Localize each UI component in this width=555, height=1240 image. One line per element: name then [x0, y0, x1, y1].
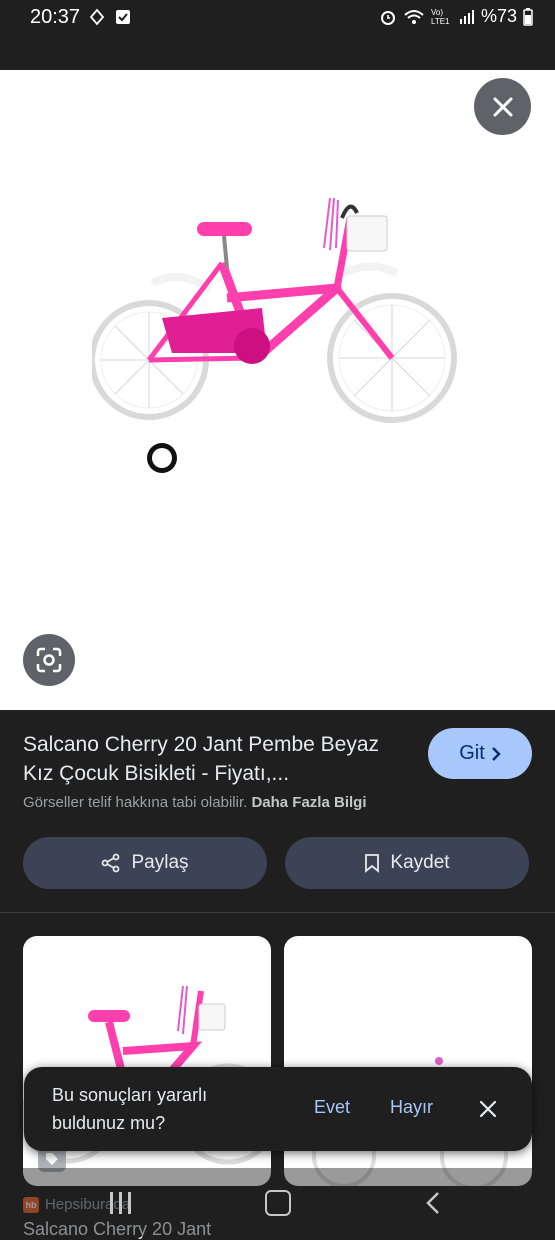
- copyright-notice: Görseller telif hakkına tabi olabilir. D…: [23, 794, 366, 811]
- home-button[interactable]: [265, 1190, 291, 1216]
- feedback-no-button[interactable]: Hayır: [390, 1097, 433, 1118]
- visit-button[interactable]: Git: [428, 728, 532, 779]
- bicycle-image: [92, 197, 457, 473]
- google-lens-button[interactable]: [23, 634, 75, 686]
- google-lens-icon: [36, 647, 62, 673]
- battery-percent: %73: [480, 6, 517, 26]
- feedback-yes-button[interactable]: Evet: [314, 1097, 350, 1118]
- status-bar: 20:37 Vo) LTE1 %73: [0, 0, 555, 40]
- signal-icon: [459, 9, 474, 24]
- recent-apps-button[interactable]: [110, 1192, 131, 1214]
- divider: [0, 912, 555, 913]
- close-button[interactable]: [474, 78, 531, 135]
- close-icon[interactable]: [476, 1097, 500, 1121]
- alarm-icon: [380, 10, 395, 25]
- feedback-question: Bu sonuçları yararlı buldunuz mu?: [52, 1085, 208, 1133]
- battery-icon: [523, 7, 533, 26]
- copyright-text: Görseller telif hakkına tabi olabilir.: [23, 794, 248, 811]
- checkbox-icon: [116, 10, 130, 24]
- back-icon[interactable]: [424, 1190, 442, 1216]
- more-info-link[interactable]: Daha Fazla Bilgi: [251, 794, 366, 811]
- bookmark-icon: [365, 854, 380, 873]
- result-title[interactable]: Salcano Cherry 20 Jant Pembe Beyaz Kız Ç…: [23, 730, 403, 788]
- wifi-icon: [404, 9, 424, 24]
- visit-label: Git: [459, 742, 485, 764]
- image-viewer[interactable]: [0, 70, 555, 710]
- chevron-right-icon: [491, 746, 501, 761]
- share-label: Paylaş: [131, 852, 189, 873]
- share-icon: [102, 853, 120, 873]
- status-time: 20:37: [30, 6, 81, 28]
- navigation-icon: [89, 8, 105, 26]
- share-button[interactable]: Paylaş: [23, 837, 267, 889]
- save-label: Kaydet: [390, 852, 450, 873]
- network-label: Vo) LTE1: [430, 7, 450, 26]
- feedback-snackbar: Bu sonuçları yararlı buldunuz mu? Evet H…: [24, 1067, 532, 1151]
- save-button[interactable]: Kaydet: [285, 837, 529, 889]
- result-info-panel: Salcano Cherry 20 Jant Pembe Beyaz Kız Ç…: [0, 710, 555, 913]
- close-icon: [493, 97, 512, 116]
